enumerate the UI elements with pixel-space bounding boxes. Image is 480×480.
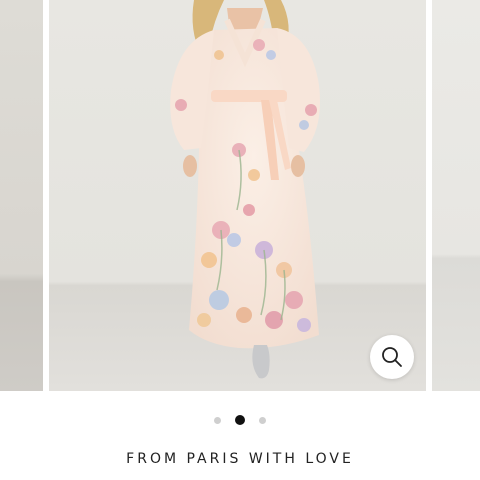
pagination-dot-1[interactable]: [214, 416, 221, 424]
previous-slide-image[interactable]: [0, 0, 43, 391]
product-title: FROM PARIS WITH LOVE: [126, 451, 354, 467]
model-wearing-floral-dress: [170, 0, 320, 379]
pagination-dot-3[interactable]: [259, 416, 266, 424]
next-slide-image[interactable]: [432, 0, 480, 391]
product-page: FROM PARIS WITH LOVE: [0, 0, 480, 480]
main-slide-image[interactable]: [49, 0, 426, 391]
zoom-button[interactable]: [370, 335, 414, 379]
magnifier-icon: [382, 347, 402, 367]
product-image-carousel[interactable]: [0, 0, 480, 391]
pagination-dot-2-active[interactable]: [235, 415, 245, 425]
carousel-pagination: [0, 414, 480, 426]
